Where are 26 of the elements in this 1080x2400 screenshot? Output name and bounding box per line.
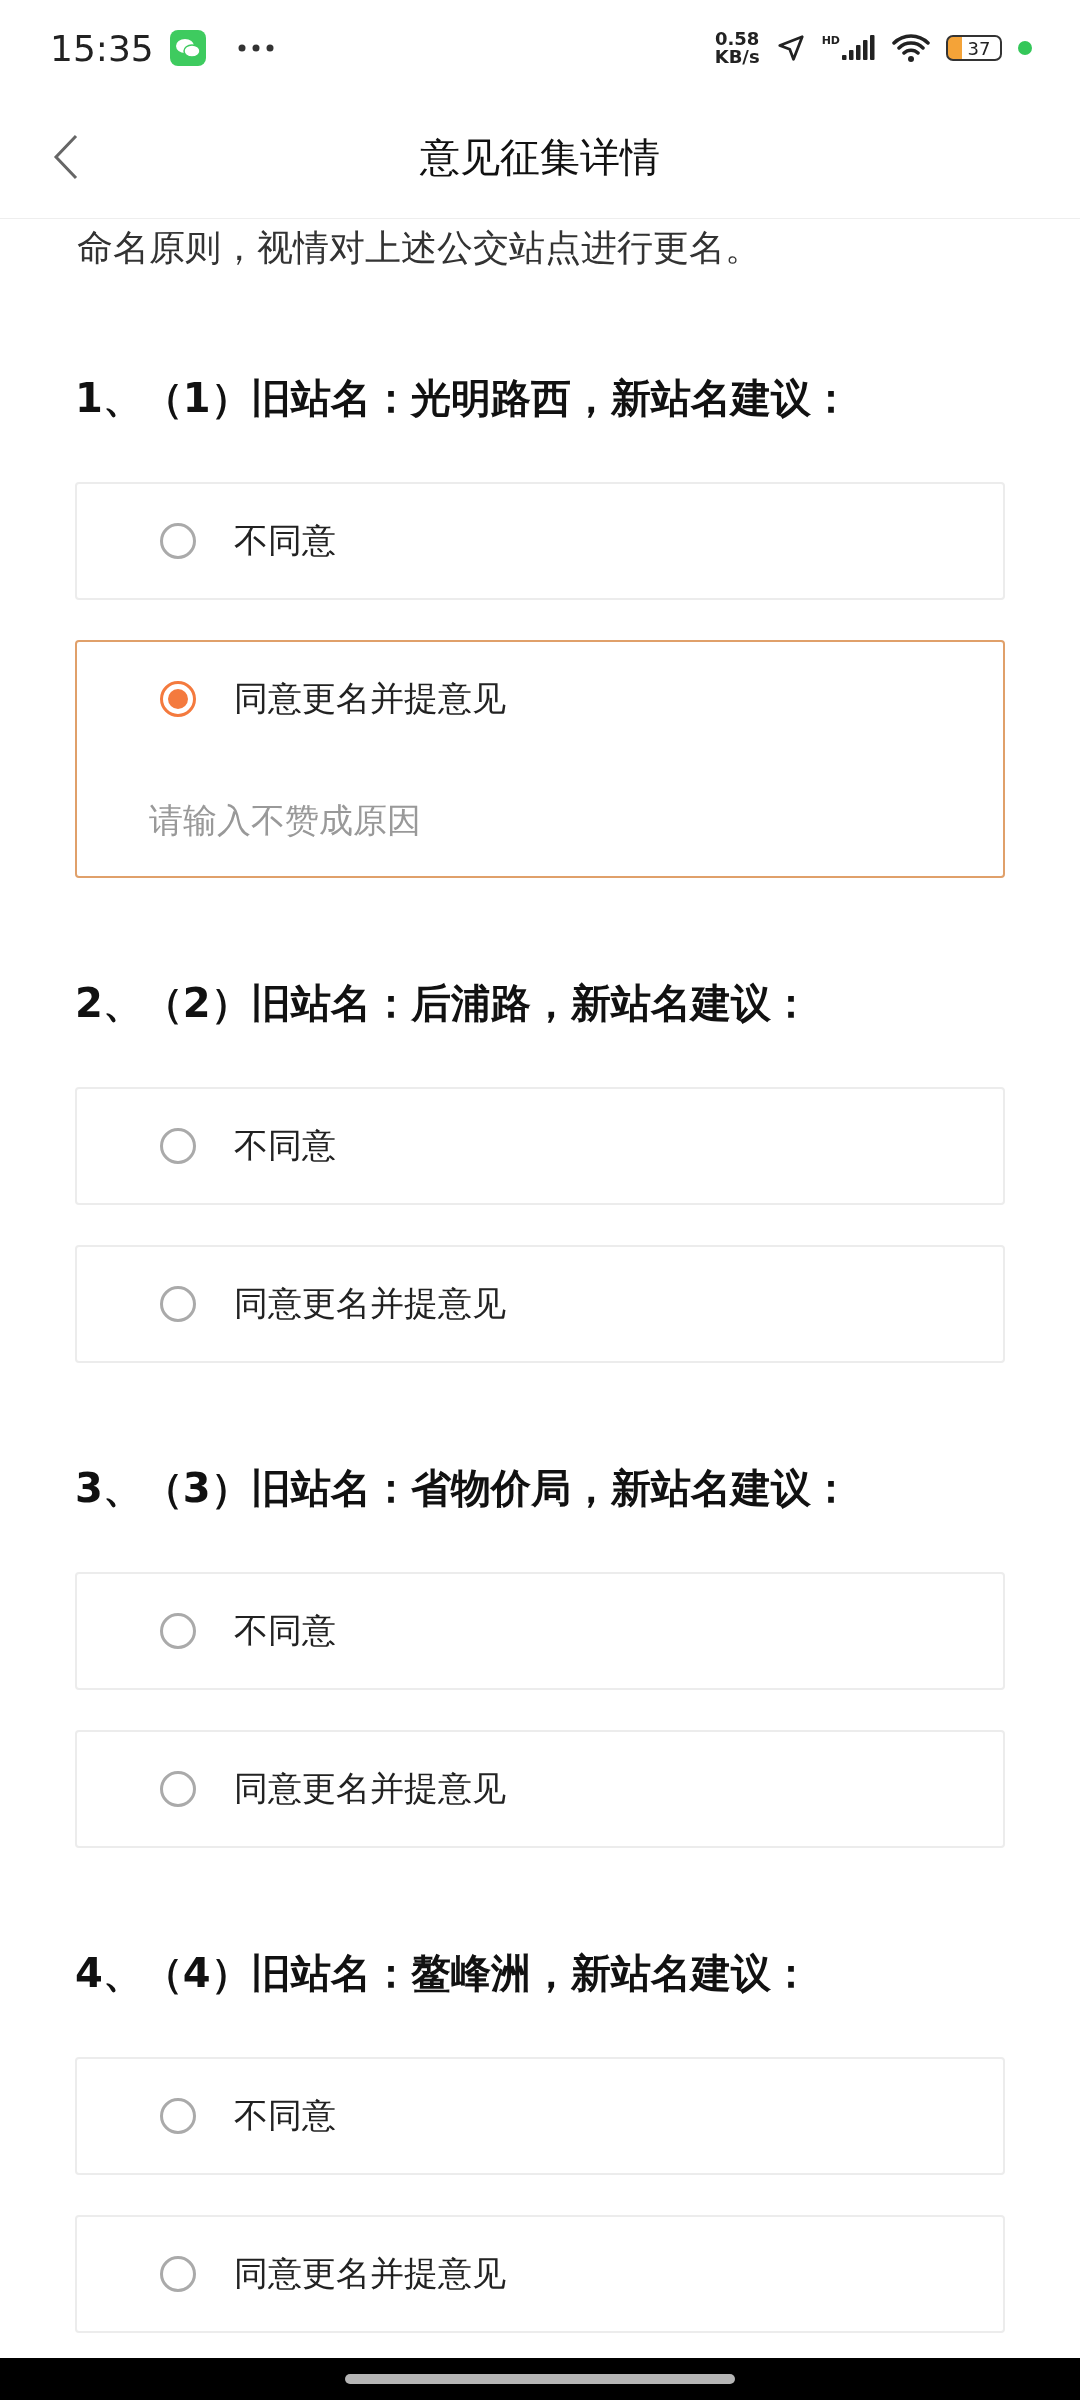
radio-option[interactable]: 不同意: [77, 2059, 1003, 2173]
signal-icon: [842, 34, 876, 62]
radio-option[interactable]: 不同意: [77, 1574, 1003, 1688]
battery-icon: 37: [946, 35, 1002, 61]
question-title: 2、（2）旧站名：后浦路，新站名建议：: [75, 979, 812, 1028]
hd-label: HD: [821, 34, 840, 47]
wifi-icon: [892, 33, 930, 63]
home-indicator[interactable]: [345, 2374, 735, 2384]
more-icon: [237, 44, 274, 52]
radio-option[interactable]: 同意更名并提意见: [77, 1732, 1003, 1846]
radio-option[interactable]: 不同意: [77, 484, 1003, 598]
intro-text: 命名原则，视情对上述公交站点进行更名。: [76, 226, 762, 270]
radio-option[interactable]: 同意更名并提意见: [77, 2217, 1003, 2331]
location-arrow-icon: [775, 33, 806, 63]
radio-option[interactable]: 同意更名并提意见: [77, 642, 1003, 756]
status-dot: [1018, 41, 1032, 55]
question-title: 3、（3）旧站名：省物价局，新站名建议：: [75, 1464, 852, 1513]
question-title: 1、（1）旧站名：光明路西，新站名建议：: [75, 374, 852, 423]
radio-option[interactable]: 不同意: [77, 1089, 1003, 1203]
chat-app-icon: [169, 30, 206, 66]
network-speed: 0.58 KB/s: [714, 30, 760, 66]
question-title: 4、（4）旧站名：鳌峰洲，新站名建议：: [75, 1949, 812, 1998]
radio-option[interactable]: 同意更名并提意见: [77, 1247, 1003, 1361]
answer-field-card[interactable]: 同意更名并提意见 请输入不赞成原因: [75, 640, 1005, 878]
page-title: 意见征集详情: [420, 132, 660, 182]
status-time: 15:35: [50, 27, 154, 69]
